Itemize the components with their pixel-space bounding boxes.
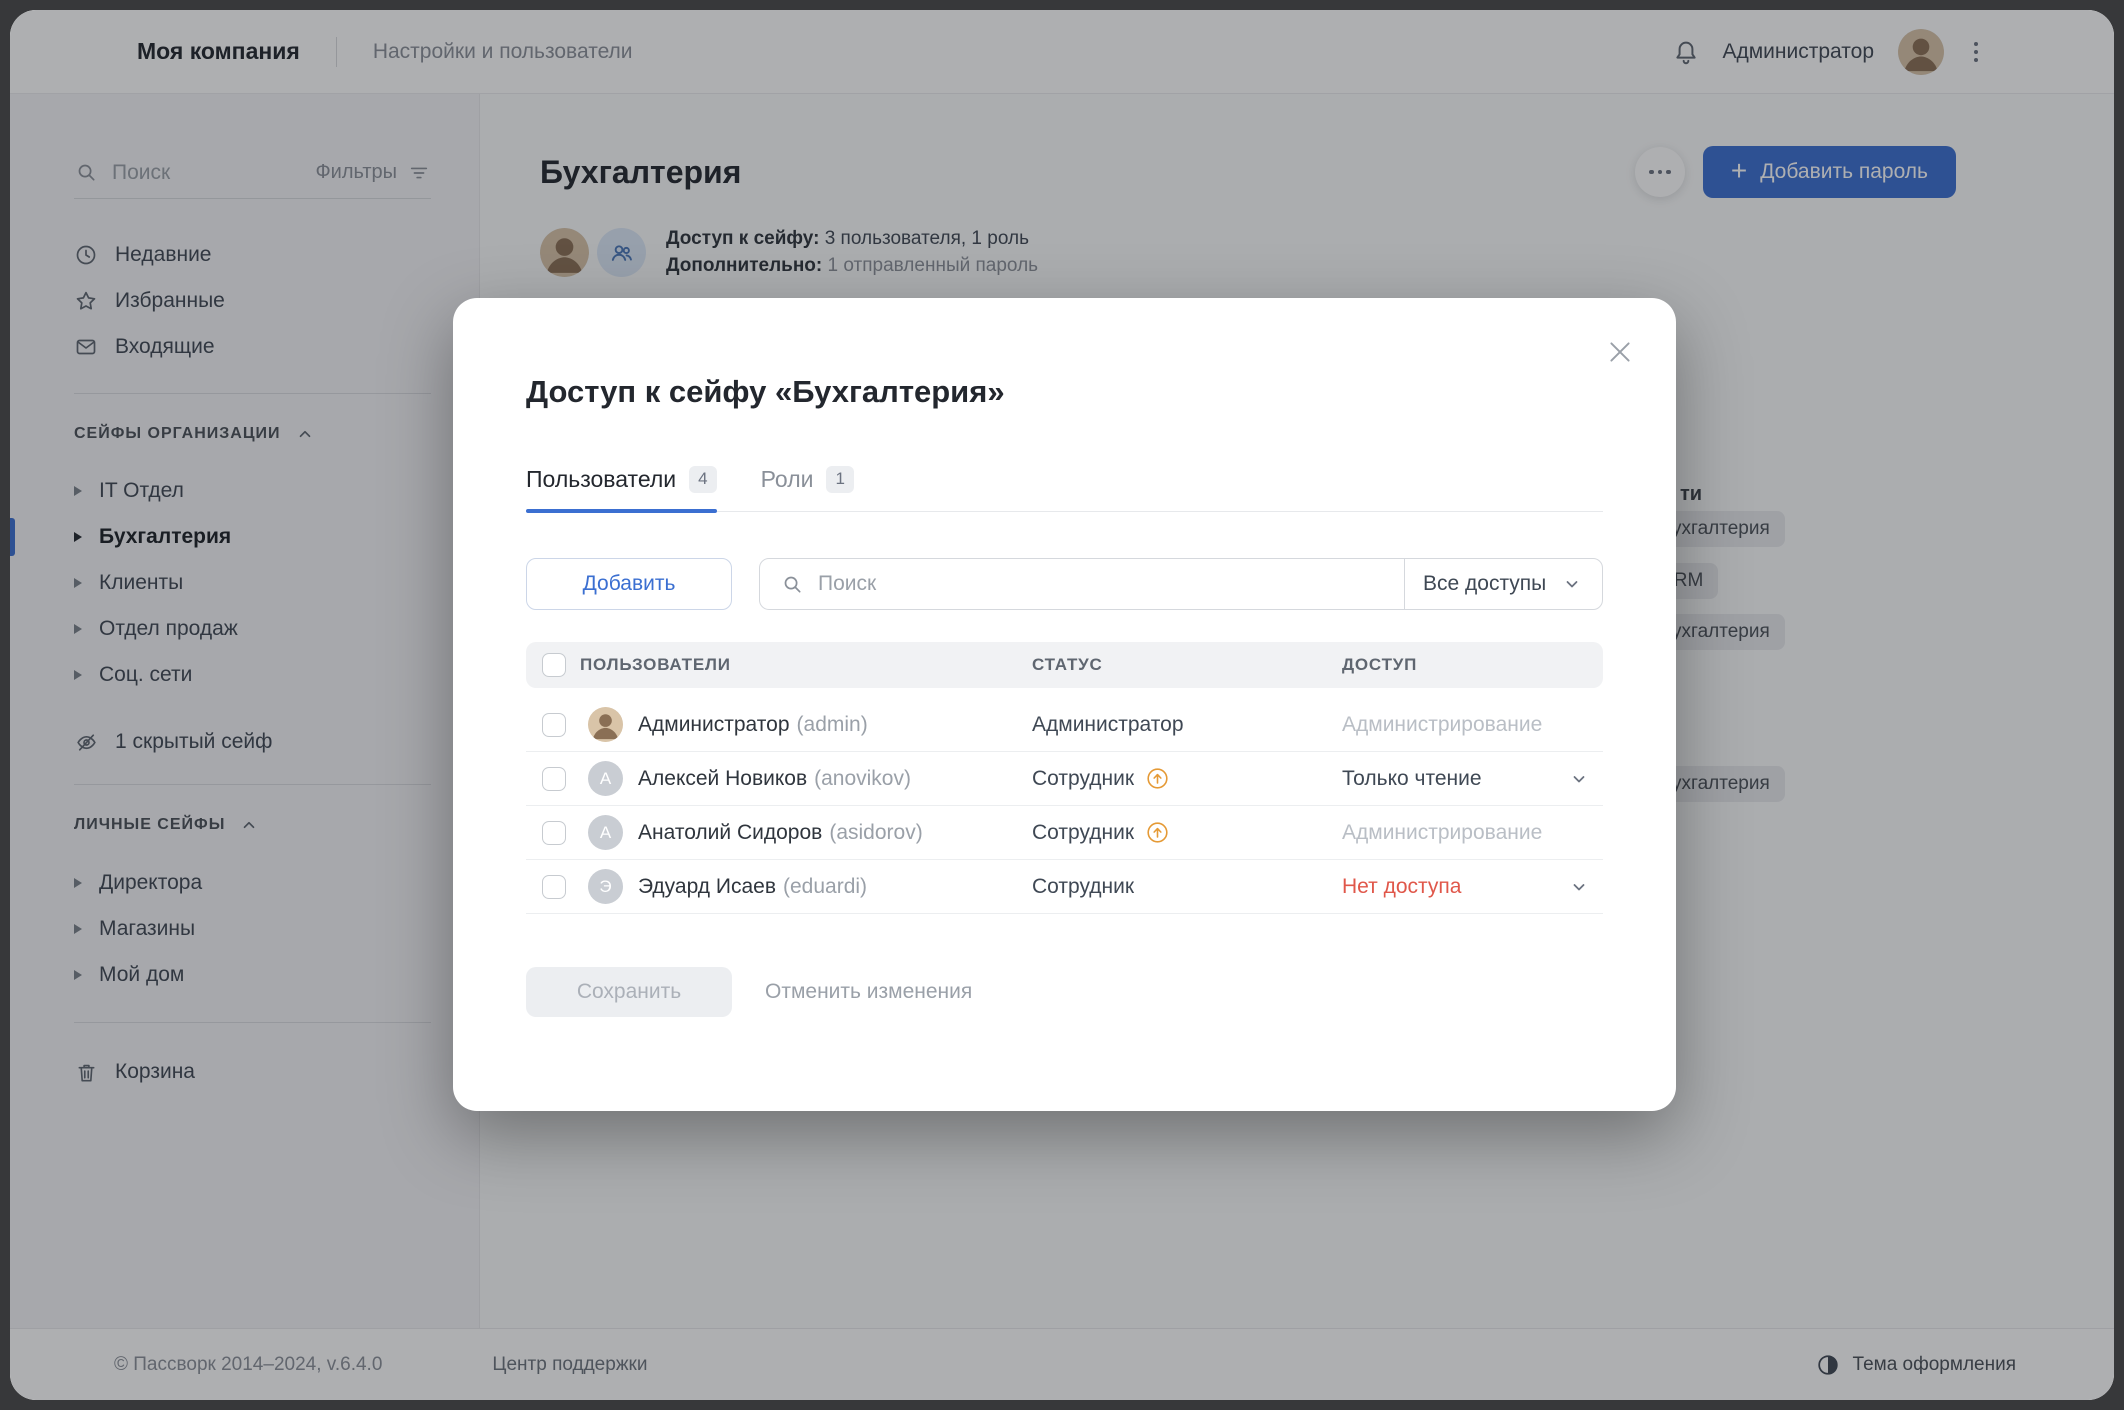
user-name: Алексей Новиков bbox=[638, 767, 807, 791]
table-header: ПОЛЬЗОВАТЕЛИ СТАТУС ДОСТУП bbox=[526, 642, 1603, 688]
modal-search-input[interactable] bbox=[818, 572, 1384, 596]
table-row: А Алексей Новиков (anovikov) Сотрудник Т… bbox=[526, 752, 1603, 806]
tab-roles[interactable]: Роли 1 bbox=[761, 466, 854, 511]
add-user-button[interactable]: Добавить bbox=[526, 558, 732, 610]
table-row: Администратор (admin) Администратор Адми… bbox=[526, 698, 1603, 752]
column-access: ДОСТУП bbox=[1342, 655, 1603, 675]
vault-access-modal: Доступ к сейфу «Бухгалтерия» Пользовател… bbox=[453, 298, 1676, 1111]
table-row: А Анатолий Сидоров (asidorov) Сотрудник … bbox=[526, 806, 1603, 860]
column-users: ПОЛЬЗОВАТЕЛИ bbox=[580, 655, 1032, 675]
tab-users[interactable]: Пользователи 4 bbox=[526, 466, 717, 511]
chevron-down-icon[interactable] bbox=[1571, 771, 1587, 787]
promote-arrow-icon[interactable] bbox=[1147, 822, 1168, 843]
user-avatar: Э bbox=[588, 869, 623, 904]
modal-search-group: Все доступы bbox=[759, 558, 1603, 610]
tab-label: Пользователи bbox=[526, 466, 676, 493]
user-login: (eduardi) bbox=[783, 875, 867, 899]
user-status: Администратор bbox=[1032, 713, 1184, 737]
access-filter-value: Все доступы bbox=[1423, 572, 1546, 596]
access-level: Администрирование bbox=[1342, 713, 1542, 737]
user-login: (admin) bbox=[797, 713, 868, 737]
tab-count-badge: 4 bbox=[689, 466, 716, 492]
access-level: Администрирование bbox=[1342, 821, 1542, 845]
user-name: Эдуард Исаев bbox=[638, 875, 776, 899]
user-status: Сотрудник bbox=[1032, 875, 1134, 899]
row-checkbox[interactable] bbox=[542, 767, 566, 791]
access-level: Только чтение bbox=[1342, 767, 1482, 791]
cancel-changes-button[interactable]: Отменить изменения bbox=[765, 980, 972, 1004]
user-login: (anovikov) bbox=[814, 767, 911, 791]
user-avatar: А bbox=[588, 761, 623, 796]
row-checkbox[interactable] bbox=[542, 821, 566, 845]
chevron-down-icon bbox=[1560, 572, 1584, 596]
access-level: Нет доступа bbox=[1342, 875, 1461, 899]
select-all-checkbox[interactable] bbox=[542, 653, 566, 677]
chevron-down-icon[interactable] bbox=[1571, 879, 1587, 895]
row-checkbox[interactable] bbox=[542, 875, 566, 899]
column-status: СТАТУС bbox=[1032, 655, 1342, 675]
user-login: (asidorov) bbox=[829, 821, 922, 845]
promote-arrow-icon[interactable] bbox=[1147, 768, 1168, 789]
user-status: Сотрудник bbox=[1032, 821, 1134, 845]
row-checkbox[interactable] bbox=[542, 713, 566, 737]
search-icon bbox=[780, 572, 804, 596]
table-row: Э Эдуард Исаев (eduardi) Сотрудник Нет д… bbox=[526, 860, 1603, 914]
tab-count-badge: 1 bbox=[826, 466, 853, 492]
close-icon[interactable] bbox=[1606, 338, 1634, 366]
access-filter-select[interactable]: Все доступы bbox=[1404, 559, 1602, 609]
modal-tabs: Пользователи 4 Роли 1 bbox=[526, 466, 1603, 512]
user-name: Анатолий Сидоров bbox=[638, 821, 822, 845]
modal-title: Доступ к сейфу «Бухгалтерия» bbox=[526, 374, 1603, 410]
user-status: Сотрудник bbox=[1032, 767, 1134, 791]
save-button[interactable]: Сохранить bbox=[526, 967, 732, 1017]
user-name: Администратор bbox=[638, 713, 790, 737]
user-avatar bbox=[588, 707, 623, 742]
screen: Моя компания Настройки и пользователи Ад… bbox=[0, 0, 2124, 1410]
tab-label: Роли bbox=[761, 466, 814, 493]
user-avatar: А bbox=[588, 815, 623, 850]
